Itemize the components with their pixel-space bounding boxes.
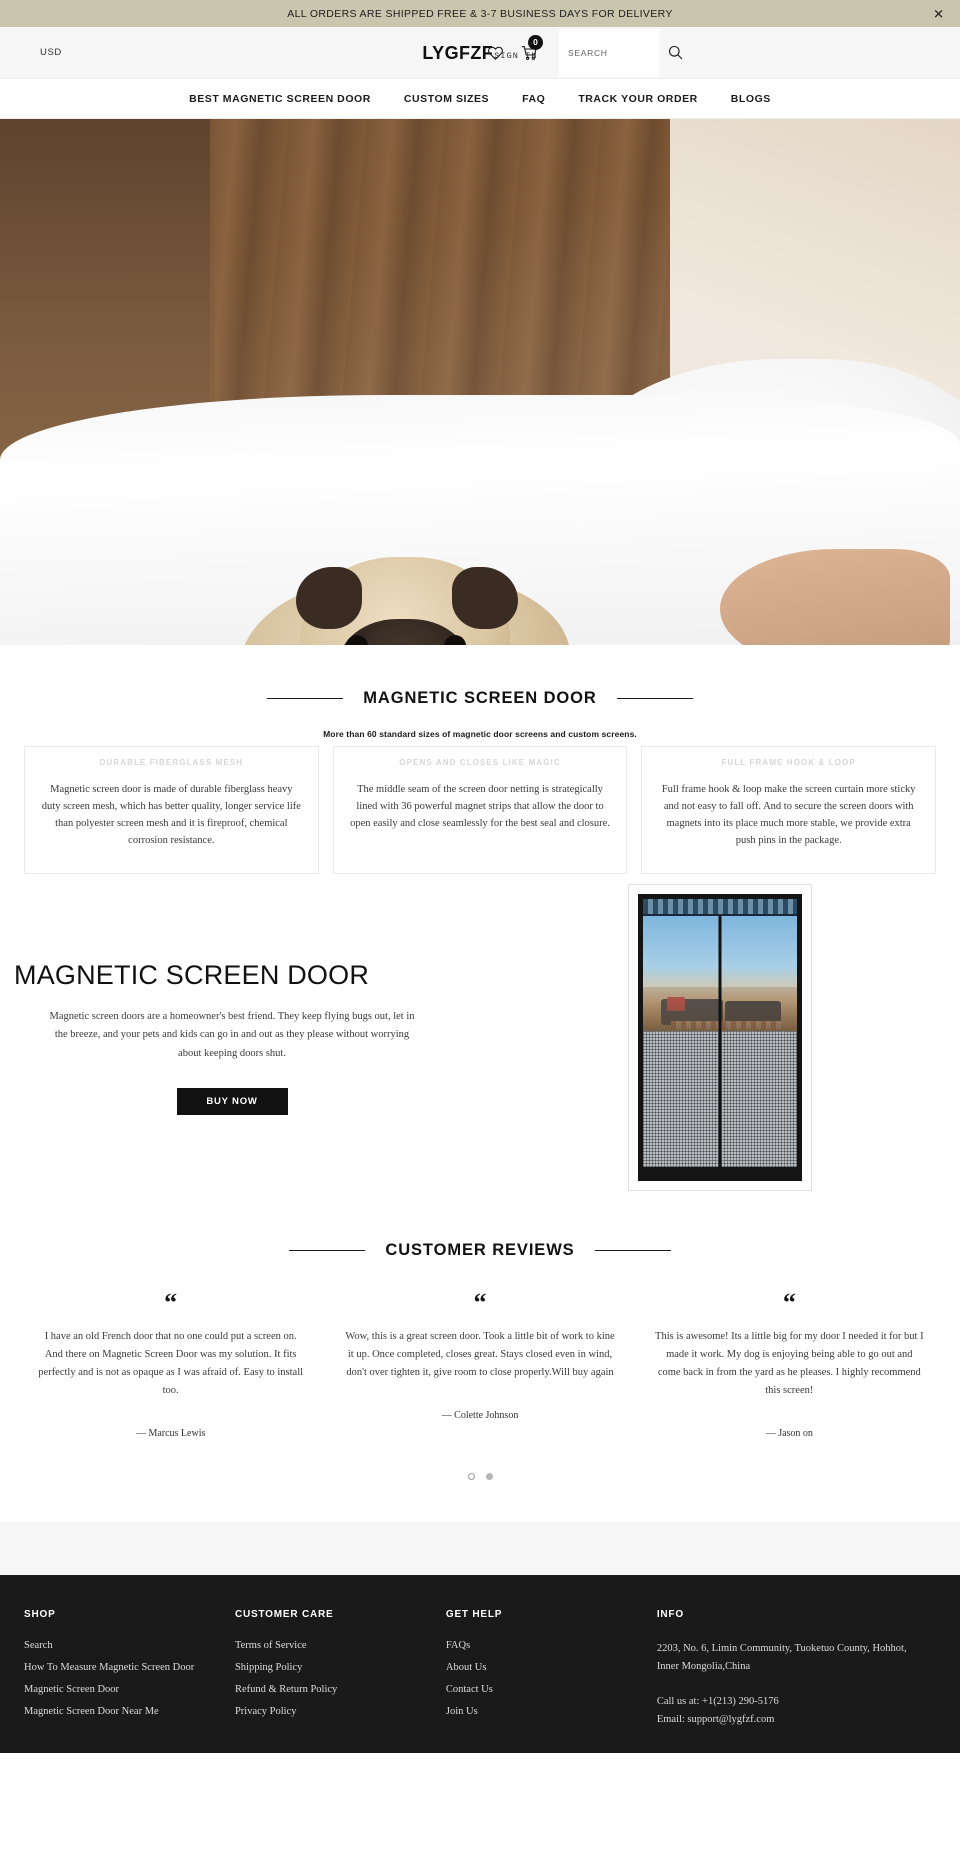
currency-selector[interactable]: USD bbox=[40, 47, 62, 58]
footer-column-title: SHOP bbox=[24, 1608, 56, 1620]
header-icon-group: 0 bbox=[487, 34, 543, 61]
feature-card-text: Magnetic screen door is made of durable … bbox=[41, 784, 301, 846]
nav-item-blogs[interactable]: BLOGS bbox=[731, 93, 771, 105]
footer-link[interactable]: Join Us bbox=[446, 1706, 641, 1717]
review-author: — Jason on bbox=[765, 1427, 813, 1439]
nav-item-custom-sizes[interactable]: CUSTOM SIZES bbox=[404, 93, 489, 105]
review-item: “ Wow, this is a great screen door. Took… bbox=[325, 1288, 634, 1439]
promo-title: MAGNETIC SCREEN DOOR bbox=[14, 959, 370, 990]
feature-card-text: Full frame hook & loop make the screen c… bbox=[661, 784, 916, 846]
main-nav: BEST MAGNETIC SCREEN DOOR CUSTOM SIZES F… bbox=[0, 79, 960, 119]
footer-link[interactable]: Search bbox=[24, 1640, 219, 1651]
footer-email[interactable]: Email: support@lygfzf.com bbox=[657, 1711, 920, 1729]
footer-link[interactable]: About Us bbox=[446, 1662, 641, 1673]
nav-item-track-your-order[interactable]: TRACK YOUR ORDER bbox=[578, 93, 697, 105]
feature-card: FULL FRAME HOOK & LOOP Full frame hook &… bbox=[641, 746, 937, 874]
carousel-dot-1[interactable] bbox=[467, 1472, 475, 1480]
heading-rule-left bbox=[289, 1250, 366, 1251]
nav-item-faq[interactable]: FAQ bbox=[522, 93, 545, 105]
footer-link[interactable]: Privacy Policy bbox=[235, 1706, 430, 1717]
reviews-title: CUSTOMER REVIEWS bbox=[385, 1241, 575, 1259]
footer-link[interactable]: Refund & Return Policy bbox=[235, 1684, 430, 1695]
feature-card: OPENS AND CLOSES LIKE MAGIC The middle s… bbox=[332, 746, 628, 874]
review-author: — Colette Johnson bbox=[441, 1409, 519, 1421]
door-valance bbox=[643, 899, 797, 916]
footer-column-shop: SHOP Search How To Measure Magnetic Scre… bbox=[24, 1609, 235, 1730]
review-author: — Marcus Lewis bbox=[135, 1427, 206, 1439]
patio-rug bbox=[671, 1021, 781, 1029]
announcement-text: ALL ORDERS ARE SHIPPED FREE & 3-7 BUSINE… bbox=[287, 7, 673, 20]
quote-icon: “ bbox=[473, 1288, 487, 1317]
review-item: “ I have an old French door that no one … bbox=[16, 1288, 325, 1439]
reviews-carousel: “ I have an old French door that no one … bbox=[0, 1288, 960, 1439]
footer-link[interactable]: Magnetic Screen Door bbox=[24, 1684, 219, 1695]
footer-column-title: CUSTOMER CARE bbox=[234, 1608, 334, 1620]
door-bottom-bar bbox=[643, 1167, 797, 1176]
heading-rule-right bbox=[616, 698, 693, 699]
site-footer: SHOP Search How To Measure Magnetic Scre… bbox=[0, 1574, 960, 1754]
patio-cushion bbox=[667, 997, 685, 1011]
footer-phone[interactable]: Call us at: +1(213) 290-5176 bbox=[657, 1693, 920, 1711]
promo-description: Magnetic screen doors are a homeowner's … bbox=[49, 1010, 415, 1059]
door-frame bbox=[638, 894, 802, 1181]
door-center-seam bbox=[718, 916, 722, 1176]
announcement-bar: ALL ORDERS ARE SHIPPED FREE & 3-7 BUSINE… bbox=[0, 0, 960, 27]
promo-section: MAGNETIC SCREEN DOOR Magnetic screen doo… bbox=[0, 884, 960, 1201]
nav-item-best-magnetic-screen-door[interactable]: BEST MAGNETIC SCREEN DOOR bbox=[189, 93, 371, 105]
patio-sofa-right bbox=[725, 1001, 781, 1025]
patio-sofa-left bbox=[661, 999, 723, 1025]
promo-copy: MAGNETIC SCREEN DOOR Magnetic screen doo… bbox=[0, 959, 480, 1116]
review-text: Wow, this is a great screen door. Took a… bbox=[345, 1330, 615, 1378]
promo-product-image bbox=[480, 884, 960, 1191]
heading-rule-left bbox=[267, 698, 344, 699]
footer-column-customer-care: CUSTOMER CARE Terms of Service Shipping … bbox=[235, 1609, 446, 1730]
cart-icon[interactable]: 0 bbox=[521, 34, 543, 61]
feature-card: DURABLE FIBERGLASS MESH Magnetic screen … bbox=[24, 746, 319, 874]
footer-address: 2203, No. 6, Limin Community, Tuoketuo C… bbox=[656, 1642, 907, 1673]
cart-count-badge: 0 bbox=[528, 34, 543, 50]
product-door-illustration bbox=[628, 884, 812, 1191]
footer-column-title: INFO bbox=[656, 1608, 684, 1620]
quote-icon: “ bbox=[782, 1288, 796, 1317]
wishlist-heart-icon[interactable] bbox=[487, 45, 504, 61]
hero-banner-image bbox=[0, 119, 960, 645]
footer-link[interactable]: How To Measure Magnetic Screen Door bbox=[24, 1662, 219, 1673]
search-icon[interactable] bbox=[668, 45, 683, 60]
features-heading: MAGNETIC SCREEN DOOR bbox=[0, 689, 960, 708]
feature-card-text: The middle seam of the screen door netti… bbox=[350, 784, 610, 829]
feature-card-title: DURABLE FIBERGLASS MESH bbox=[99, 758, 244, 767]
quote-icon: “ bbox=[164, 1288, 178, 1317]
footer-column-get-help: GET HELP FAQs About Us Contact Us Join U… bbox=[446, 1609, 657, 1730]
close-icon[interactable]: ✕ bbox=[933, 7, 944, 20]
footer-column-title: GET HELP bbox=[445, 1608, 503, 1620]
review-text: This is awesome! Its a little big for my… bbox=[655, 1330, 924, 1396]
search-input[interactable] bbox=[568, 47, 648, 58]
feature-card-title: FULL FRAME HOOK & LOOP bbox=[721, 758, 856, 767]
carousel-dots bbox=[0, 1472, 960, 1480]
feature-card-row: DURABLE FIBERGLASS MESH Magnetic screen … bbox=[0, 746, 960, 874]
features-title: MAGNETIC SCREEN DOOR bbox=[363, 689, 597, 707]
footer-link[interactable]: Shipping Policy bbox=[235, 1662, 430, 1673]
review-item: “ This is awesome! Its a little big for … bbox=[635, 1288, 944, 1439]
review-text: I have an old French door that no one co… bbox=[38, 1330, 304, 1396]
features-section: MAGNETIC SCREEN DOOR More than 60 standa… bbox=[0, 645, 960, 874]
heading-rule-right bbox=[594, 1250, 671, 1251]
hero-dog-ear-left bbox=[296, 567, 362, 629]
search-box[interactable] bbox=[559, 28, 659, 77]
feature-card-title: OPENS AND CLOSES LIKE MAGIC bbox=[399, 758, 561, 767]
footer-spacer bbox=[0, 1521, 960, 1575]
customer-reviews-section: CUSTOMER REVIEWS “ I have an old French … bbox=[0, 1201, 960, 1522]
footer-link[interactable]: Magnetic Screen Door Near Me bbox=[24, 1706, 219, 1717]
footer-column-info: INFO 2203, No. 6, Limin Community, Tuoke… bbox=[657, 1609, 936, 1730]
features-subtitle: More than 60 standard sizes of magnetic … bbox=[323, 729, 637, 739]
reviews-heading: CUSTOMER REVIEWS bbox=[0, 1241, 960, 1260]
brand-logo[interactable]: LYGFZF bbox=[422, 44, 493, 62]
carousel-dot-2[interactable] bbox=[485, 1472, 493, 1480]
buy-now-button[interactable]: BUY NOW bbox=[176, 1088, 288, 1116]
footer-link[interactable]: FAQs bbox=[446, 1640, 641, 1651]
footer-link[interactable]: Terms of Service bbox=[235, 1640, 430, 1651]
footer-link[interactable]: Contact Us bbox=[446, 1684, 641, 1695]
site-header: USD LYGFZF SIGN IN 0 bbox=[0, 27, 960, 79]
